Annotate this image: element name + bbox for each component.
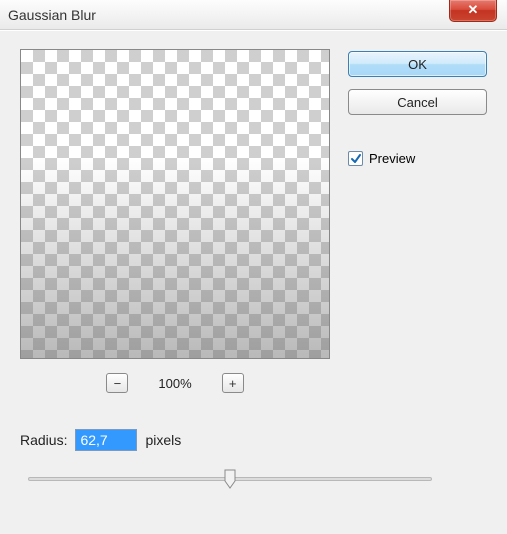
ok-button[interactable]: OK: [348, 51, 487, 77]
cancel-button[interactable]: Cancel: [348, 89, 487, 115]
zoom-in-button[interactable]: +: [222, 373, 244, 393]
titlebar: Gaussian Blur ✕: [0, 0, 507, 30]
zoom-out-button[interactable]: −: [106, 373, 128, 393]
zoom-level: 100%: [158, 376, 191, 391]
preview-checkbox[interactable]: [348, 151, 363, 166]
preview-content: [21, 50, 329, 358]
radius-input[interactable]: [76, 430, 136, 450]
dialog-title: Gaussian Blur: [8, 7, 96, 23]
slider-thumb-icon: [224, 469, 236, 489]
side-panel: OK Cancel Preview: [348, 49, 487, 393]
radius-input-wrap: [75, 429, 137, 451]
minus-icon: −: [114, 376, 122, 391]
radius-unit: pixels: [145, 432, 181, 448]
cancel-button-label: Cancel: [397, 95, 437, 110]
radius-slider[interactable]: [28, 469, 432, 489]
close-button[interactable]: ✕: [449, 0, 497, 22]
preview-checkbox-row: Preview: [348, 151, 487, 166]
radius-label: Radius:: [20, 432, 67, 448]
check-icon: [350, 153, 362, 165]
plus-icon: +: [229, 376, 237, 391]
slider-thumb[interactable]: [224, 469, 236, 489]
preview-canvas[interactable]: [20, 49, 330, 359]
zoom-controls: − 100% +: [20, 373, 330, 393]
dialog-body: − 100% + OK Cancel Previe: [0, 30, 507, 534]
radius-slider-row: [20, 469, 440, 489]
close-icon: ✕: [468, 2, 479, 18]
ok-button-label: OK: [408, 57, 427, 72]
radius-row: Radius: pixels: [20, 429, 487, 451]
preview-checkbox-label: Preview: [369, 151, 415, 166]
preview-area: − 100% +: [20, 49, 330, 393]
